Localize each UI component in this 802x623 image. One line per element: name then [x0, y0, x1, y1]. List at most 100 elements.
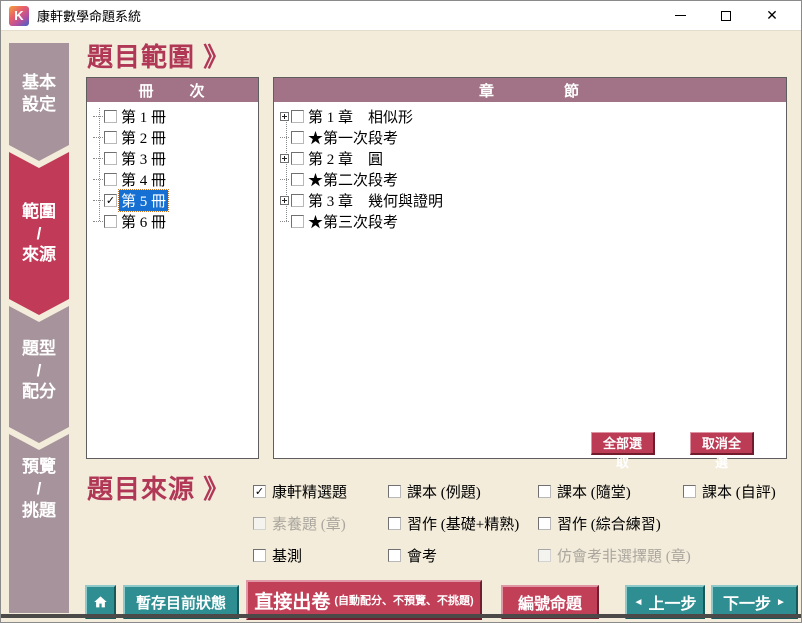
chapter-tree-item[interactable]: 第 3 章 幾何與證明	[280, 190, 443, 211]
source-option-label: 習作 (基礎+精熟)	[407, 513, 519, 534]
volume-checkbox[interactable]	[104, 131, 117, 144]
volume-checkbox[interactable]	[104, 110, 117, 123]
tree-connector	[280, 137, 291, 138]
deselect-all-button[interactable]: 取消全選	[690, 432, 754, 455]
source-checkbox[interactable]	[388, 549, 401, 562]
source-checkbox-disabled	[538, 549, 551, 562]
chapter-checkbox[interactable]	[291, 152, 304, 165]
source-checkbox[interactable]	[388, 517, 401, 530]
source-option-label: 素養題 (章)	[272, 513, 346, 534]
volume-panel-header: 冊 次	[87, 78, 258, 102]
expand-icon[interactable]	[280, 112, 291, 121]
source-option-textbook-example[interactable]: 課本 (例題)	[388, 481, 481, 502]
chapter-label[interactable]: ★第一次段考	[308, 127, 398, 148]
tree-connector	[93, 116, 103, 117]
volume-checkbox[interactable]	[104, 152, 117, 165]
source-option-basic-test[interactable]: 基測	[253, 545, 302, 566]
chapter-tree-item[interactable]: ★第一次段考	[280, 127, 398, 148]
chapter-tree-item[interactable]: ★第三次段考	[280, 211, 398, 232]
tab-range-source[interactable]: 範圍 / 來源	[9, 152, 69, 315]
source-option-label: 康軒精選題	[272, 481, 347, 502]
volume-checkbox[interactable]	[104, 215, 117, 228]
source-option-label: 課本 (隨堂)	[557, 481, 631, 502]
source-option-literacy-disabled: 素養題 (章)	[253, 513, 346, 534]
volume-checkbox[interactable]	[104, 173, 117, 186]
chapter-checkbox[interactable]	[291, 110, 304, 123]
tree-connector	[93, 179, 103, 180]
volume-label[interactable]: 第 6 冊	[121, 211, 166, 232]
source-checkbox[interactable]	[388, 485, 401, 498]
title-bar: K 康軒數學命題系統 ✕	[1, 1, 801, 31]
tab-preview-pick[interactable]: 預覽 / 挑題	[9, 434, 69, 613]
close-button[interactable]: ✕	[749, 1, 795, 31]
source-checkbox[interactable]	[253, 549, 266, 562]
tree-connector	[93, 200, 103, 201]
volume-tree-item[interactable]: 第 2 冊	[93, 127, 166, 148]
maximize-button[interactable]	[703, 1, 749, 31]
tab-basic-settings[interactable]: 基本 設定	[9, 43, 69, 161]
chapter-label[interactable]: ★第二次段考	[308, 169, 398, 190]
chapter-checkbox[interactable]	[291, 173, 304, 186]
source-option-textbook-class[interactable]: 課本 (隨堂)	[538, 481, 631, 502]
next-step-label: 下一步	[723, 590, 771, 614]
chapter-panel-header: 章 節	[274, 78, 786, 102]
chapter-panel: 章 節 第 1 章 相似形 ★第一次段考 第 2 章 圓 ★第二次段考 第 3 …	[273, 77, 787, 459]
chapter-label[interactable]: 第 2 章 圓	[308, 148, 383, 169]
volume-tree-item[interactable]: 第 3 冊	[93, 148, 166, 169]
chapter-label[interactable]: 第 1 章 相似形	[308, 106, 413, 127]
chapter-label[interactable]: ★第三次段考	[308, 211, 398, 232]
window-controls: ✕	[657, 1, 795, 31]
chapter-tree-item[interactable]: 第 1 章 相似形	[280, 106, 413, 127]
volume-label-selected[interactable]: 第 5 冊	[119, 190, 168, 211]
source-option-workbook-comprehensive[interactable]: 習作 (綜合練習)	[538, 513, 661, 534]
source-checkbox[interactable]	[683, 485, 696, 498]
source-option-label: 仿會考非選擇題 (章)	[557, 545, 691, 566]
chapter-tree-item[interactable]: 第 2 章 圓	[280, 148, 383, 169]
tree-connector	[93, 221, 103, 222]
range-section-heading: 題目範圍 》	[87, 37, 230, 74]
tab-label: 題型	[22, 338, 56, 360]
direct-export-note: (自動配分、不預覽、不挑題)	[334, 592, 473, 608]
source-option-cap-exam[interactable]: 會考	[388, 545, 437, 566]
source-option-workbook-basic[interactable]: 習作 (基礎+精熟)	[388, 513, 519, 534]
source-option-mock-nonchoice-disabled: 仿會考非選擇題 (章)	[538, 545, 691, 566]
volume-label[interactable]: 第 2 冊	[121, 127, 166, 148]
volume-tree-item[interactable]: 第 6 冊	[93, 211, 166, 232]
volume-tree-item[interactable]: 第 1 冊	[93, 106, 166, 127]
source-option-kangxuan[interactable]: ✓ 康軒精選題	[253, 481, 347, 502]
expand-icon[interactable]	[280, 196, 291, 205]
window-title: 康軒數學命題系統	[37, 6, 141, 25]
source-option-label: 課本 (例題)	[407, 481, 481, 502]
chapter-tree-item[interactable]: ★第二次段考	[280, 169, 398, 190]
chapter-checkbox[interactable]	[291, 194, 304, 207]
tab-label: 設定	[22, 94, 56, 116]
tab-question-type-scoring[interactable]: 題型 / 配分	[9, 306, 69, 443]
volume-checkbox-checked[interactable]: ✓	[104, 194, 117, 207]
volume-label[interactable]: 第 1 冊	[121, 106, 166, 127]
chapter-label[interactable]: 第 3 章 幾何與證明	[308, 190, 443, 211]
minimize-button[interactable]	[657, 1, 703, 31]
volume-tree-item-selected[interactable]: ✓ 第 5 冊	[93, 190, 168, 211]
volume-label[interactable]: 第 3 冊	[121, 148, 166, 169]
select-all-button[interactable]: 全部選取	[591, 432, 655, 455]
app-logo-icon: K	[9, 6, 29, 26]
minimize-icon	[675, 15, 686, 16]
tab-label: 配分	[22, 381, 56, 403]
app-window: K 康軒數學命題系統 ✕ 基本 設定 範圍 / 來源 題型 / 配分 預覽 / …	[0, 0, 802, 623]
direct-export-label: 直接出卷	[254, 587, 330, 614]
source-section-heading: 題目來源 》	[87, 469, 230, 506]
source-checkbox-checked[interactable]: ✓	[253, 485, 266, 498]
volume-tree-item[interactable]: 第 4 冊	[93, 169, 166, 190]
source-checkbox[interactable]	[538, 517, 551, 530]
expand-icon[interactable]	[280, 154, 291, 163]
tab-label: 範圍	[22, 201, 56, 223]
tab-label: /	[37, 360, 42, 382]
source-option-textbook-self[interactable]: 課本 (自評)	[683, 481, 776, 502]
arrow-right-icon: ►	[776, 597, 786, 608]
tree-connector	[280, 179, 291, 180]
volume-label[interactable]: 第 4 冊	[121, 169, 166, 190]
tab-label: 挑題	[22, 500, 56, 522]
chapter-checkbox[interactable]	[291, 215, 304, 228]
chapter-checkbox[interactable]	[291, 131, 304, 144]
source-checkbox[interactable]	[538, 485, 551, 498]
